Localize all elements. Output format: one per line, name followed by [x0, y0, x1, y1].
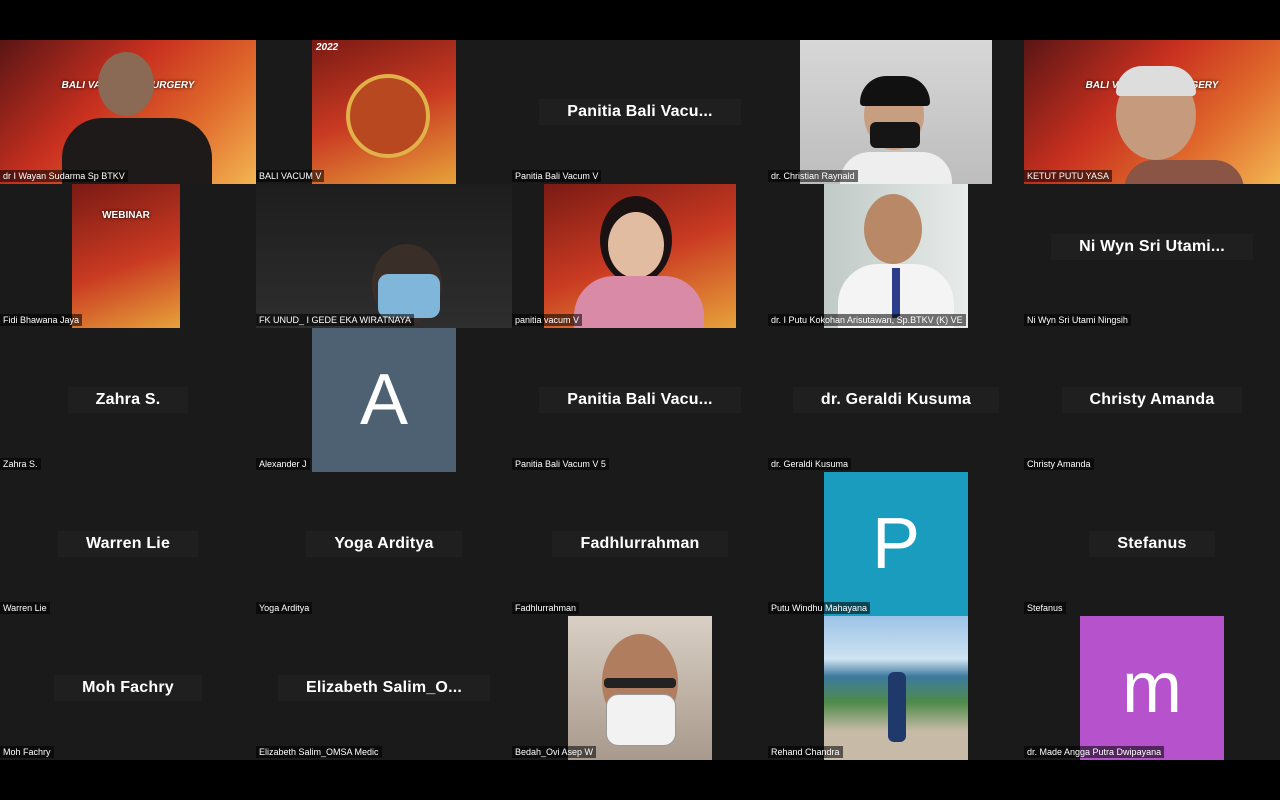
- participant-display-name: Warren Lie: [0, 531, 256, 557]
- participant-tile[interactable]: m dr. Made Angga Putra Dwipayana: [1024, 616, 1280, 760]
- participant-name: Rehand Chandra: [768, 746, 843, 758]
- participant-name: dr. Christian Raynald: [768, 170, 858, 182]
- participant-video: [256, 184, 512, 328]
- video-banner-text: 2022: [316, 42, 339, 53]
- participant-display-name: Christy Amanda: [1024, 387, 1280, 413]
- participant-tile[interactable]: WEBINAR Fidi Bhawana Jaya: [0, 184, 256, 328]
- participant-tile[interactable]: Stefanus Stefanus: [1024, 472, 1280, 616]
- person-tie: [892, 268, 900, 318]
- participant-tile[interactable]: Bedah_Ovi Asep W: [512, 616, 768, 760]
- participant-display-name: Fadhlurrahman: [512, 531, 768, 557]
- participant-name: Yoga Arditya: [256, 602, 313, 614]
- participant-name: Bedah_Ovi Asep W: [512, 746, 597, 758]
- participant-video: BALI VASCULAR SURGERY: [0, 40, 256, 184]
- participant-display-name: Zahra S.: [0, 387, 256, 413]
- participant-tile[interactable]: panitia vacum V: [512, 184, 768, 328]
- participant-tile[interactable]: Panitia Bali Vacu... Panitia Bali Vacum …: [512, 328, 768, 472]
- participant-avatar: m: [1080, 616, 1224, 760]
- participant-name: Fidi Bhawana Jaya: [0, 314, 83, 326]
- participant-name: dr I Wayan Sudarma Sp BTKV: [0, 170, 128, 182]
- participant-name: Panitia Bali Vacum V 5: [512, 458, 609, 470]
- participant-tile[interactable]: Warren Lie Warren Lie: [0, 472, 256, 616]
- person-silhouette: [888, 672, 906, 742]
- video-banner-text: WEBINAR: [102, 210, 150, 221]
- gallery-grid: BALI VASCULAR SURGERY dr I Wayan Sudarma…: [0, 40, 1280, 760]
- participant-display-name: Elizabeth Salim_O...: [256, 675, 512, 701]
- person-body: [574, 276, 704, 328]
- person-body: [1124, 160, 1244, 184]
- participant-video: WEBINAR: [72, 184, 180, 328]
- participant-name: Elizabeth Salim_OMSA Medic: [256, 746, 382, 758]
- participant-name: panitia vacum V: [512, 314, 583, 326]
- person-silhouette: [864, 194, 922, 264]
- participant-name: Panitia Bali Vacum V: [512, 170, 602, 182]
- person-hair: [1116, 66, 1196, 96]
- participant-tile[interactable]: Christy Amanda Christy Amanda: [1024, 328, 1280, 472]
- participant-display-name: Panitia Bali Vacu...: [512, 99, 768, 125]
- face-mask: [870, 122, 920, 148]
- participant-name: Christy Amanda: [1024, 458, 1094, 470]
- participant-tile[interactable]: BALI VASCULAR SURGERY KETUT PUTU YASA: [1024, 40, 1280, 184]
- participant-tile[interactable]: dr. Christian Raynald: [768, 40, 1024, 184]
- participant-tile[interactable]: A Alexander J: [256, 328, 512, 472]
- participant-video: BALI VASCULAR SURGERY: [1024, 40, 1280, 184]
- person-hair: [860, 76, 930, 106]
- participant-name: dr. Geraldi Kusuma: [768, 458, 852, 470]
- participant-name: Stefanus: [1024, 602, 1066, 614]
- participant-name: KETUT PUTU YASA: [1024, 170, 1113, 182]
- participant-tile[interactable]: P Putu Windhu Mahayana: [768, 472, 1024, 616]
- participant-display-name: Ni Wyn Sri Utami...: [1024, 234, 1280, 260]
- participant-name: dr. Made Angga Putra Dwipayana: [1024, 746, 1165, 758]
- participant-tile[interactable]: Ni Wyn Sri Utami... Ni Wyn Sri Utami Nin…: [1024, 184, 1280, 328]
- participant-display-name: Yoga Arditya: [256, 531, 512, 557]
- face-mask: [378, 274, 440, 318]
- participant-name: BALI VACUM V: [256, 170, 325, 182]
- participant-tile[interactable]: Elizabeth Salim_O... Elizabeth Salim_OMS…: [256, 616, 512, 760]
- participant-name: Warren Lie: [0, 602, 50, 614]
- glasses-icon: [604, 678, 676, 688]
- participant-tile[interactable]: dr. Geraldi Kusuma dr. Geraldi Kusuma: [768, 328, 1024, 472]
- participant-video: [800, 40, 992, 184]
- participant-name: Zahra S.: [0, 458, 41, 470]
- barong-mask-image: [346, 74, 430, 158]
- person-silhouette: [608, 212, 664, 278]
- participant-video: [824, 616, 968, 760]
- participant-tile[interactable]: Zahra S. Zahra S.: [0, 328, 256, 472]
- participant-avatar: A: [312, 328, 456, 472]
- participant-name: Moh Fachry: [0, 746, 54, 758]
- participant-name: Ni Wyn Sri Utami Ningsih: [1024, 314, 1131, 326]
- participant-tile[interactable]: FK UNUD_ I GEDE EKA WIRATNAYA: [256, 184, 512, 328]
- participant-tile[interactable]: Moh Fachry Moh Fachry: [0, 616, 256, 760]
- participant-tile[interactable]: Panitia Bali Vacu... Panitia Bali Vacum …: [512, 40, 768, 184]
- participant-name: dr. I Putu Kokohan Arisutawan, Sp.BTKV (…: [768, 314, 966, 326]
- participant-tile[interactable]: Yoga Arditya Yoga Arditya: [256, 472, 512, 616]
- participant-display-name: Moh Fachry: [0, 675, 256, 701]
- face-mask: [606, 694, 676, 746]
- participant-video: [568, 616, 712, 760]
- participant-video: 2022: [312, 40, 456, 184]
- participant-display-name: Panitia Bali Vacu...: [512, 387, 768, 413]
- participant-tile[interactable]: Rehand Chandra: [768, 616, 1024, 760]
- participant-display-name: Stefanus: [1024, 531, 1280, 557]
- participant-display-name: dr. Geraldi Kusuma: [768, 387, 1024, 413]
- participant-name: FK UNUD_ I GEDE EKA WIRATNAYA: [256, 314, 415, 326]
- participant-name: Putu Windhu Mahayana: [768, 602, 871, 614]
- participant-name: Fadhlurrahman: [512, 602, 580, 614]
- participant-video: [824, 184, 968, 328]
- participant-tile[interactable]: Fadhlurrahman Fadhlurrahman: [512, 472, 768, 616]
- participant-tile[interactable]: dr. I Putu Kokohan Arisutawan, Sp.BTKV (…: [768, 184, 1024, 328]
- participant-name: Alexander J: [256, 458, 310, 470]
- participant-avatar: P: [824, 472, 968, 616]
- participant-tile[interactable]: 2022 BALI VACUM V: [256, 40, 512, 184]
- participant-video: [544, 184, 736, 328]
- person-silhouette: [98, 52, 154, 116]
- participant-tile[interactable]: BALI VASCULAR SURGERY dr I Wayan Sudarma…: [0, 40, 256, 184]
